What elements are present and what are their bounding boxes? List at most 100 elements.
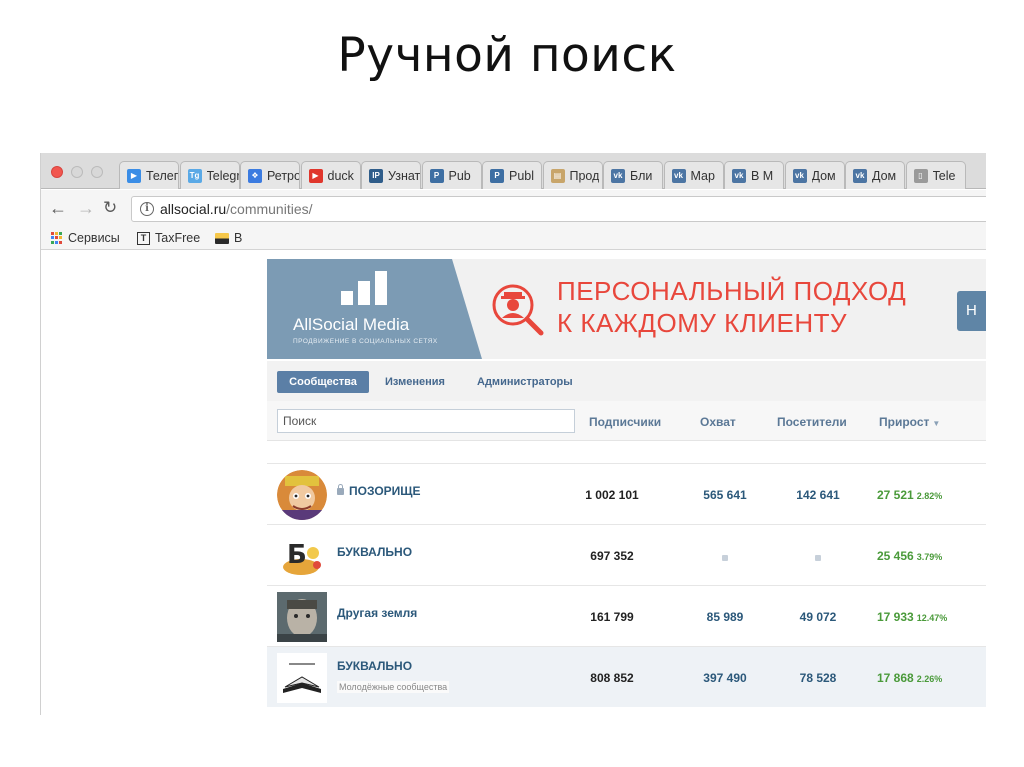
- community-name[interactable]: БУКВАЛЬНО: [337, 545, 412, 559]
- address-bar[interactable]: i allsocial.ru/communities/: [131, 196, 986, 222]
- browser-tab[interactable]: IP Узнать: [361, 161, 421, 189]
- tab-title: Дом: [872, 168, 897, 183]
- tab-favicon-icon: vk: [671, 168, 686, 183]
- browser-window: ▶ТелегрTgTelegr❖Ретро▶duckIPУзнатьPPubPP…: [40, 153, 986, 715]
- browser-tab[interactable]: ❖ Ретро: [240, 161, 300, 189]
- tab-favicon-icon: ▶: [127, 168, 141, 183]
- community-name[interactable]: Другая земля: [337, 606, 417, 620]
- tab-favicon-icon: vk: [853, 168, 867, 183]
- browser-tab[interactable]: ▤ Прод: [542, 161, 603, 189]
- browser-tab[interactable]: ▶ Телегр: [119, 161, 179, 189]
- browser-tab[interactable]: P Publ: [482, 161, 542, 189]
- tab-favicon-icon: P: [429, 168, 444, 183]
- browser-tab[interactable]: Tg Telegr: [179, 161, 240, 189]
- community-name[interactable]: БУКВАЛЬНО: [337, 659, 412, 673]
- tab-favicon-icon: vk: [611, 168, 625, 183]
- tab-favicon-icon: ▯: [913, 168, 928, 183]
- tab-administrators[interactable]: Администраторы: [477, 371, 573, 393]
- column-subscribers[interactable]: Подписчики: [589, 415, 661, 429]
- community-name[interactable]: ПОЗОРИЩЕ: [337, 484, 421, 498]
- tab-title: Дом: [811, 168, 836, 183]
- browser-tab[interactable]: ▯ Tele: [905, 161, 966, 189]
- svg-text:Б: Б: [287, 540, 307, 570]
- subscribers-value: 161 799: [590, 610, 634, 624]
- community-avatar: Б: [277, 531, 327, 581]
- promo-banner[interactable]: AllSocial Media ПРОДВИЖЕНИЕ В СОЦИАЛЬНЫХ…: [267, 259, 986, 359]
- browser-tab[interactable]: P Pub: [421, 161, 482, 189]
- column-growth[interactable]: Прирост ▼: [879, 415, 940, 429]
- browser-tab[interactable]: vk Бли: [603, 161, 663, 189]
- table-row[interactable]: Б БУКВАЛЬНО 697 352 25 456 3.79%: [267, 524, 986, 585]
- column-visitors[interactable]: Посетители: [777, 415, 847, 429]
- tab-title: Ретро: [267, 168, 299, 183]
- growth-value: 17 933 12.47%: [877, 610, 948, 624]
- table-row[interactable]: ПОЗОРИЩЕ 1 002 101 565 641 142 641 27 52…: [267, 463, 986, 524]
- tab-title: Телегр: [146, 168, 178, 183]
- minimize-window-button[interactable]: [71, 166, 83, 178]
- community-category: Молодёжные сообщества: [337, 681, 450, 693]
- tab-title: Telegr: [206, 168, 239, 183]
- visitors-value: 78 528: [799, 671, 837, 685]
- apps-grid-icon: [51, 232, 63, 244]
- tab-favicon-icon: P: [490, 168, 504, 183]
- browser-tab[interactable]: ▶ duck: [300, 161, 361, 189]
- tab-title: Publ: [509, 168, 535, 183]
- close-window-button[interactable]: [51, 166, 63, 178]
- browser-tab[interactable]: vk Дом: [784, 161, 845, 189]
- tab-communities[interactable]: Сообщества: [277, 371, 369, 393]
- tab-title: Бли: [630, 168, 653, 183]
- back-arrow-icon[interactable]: ←: [49, 199, 67, 217]
- hidden-lock-icon: [815, 555, 821, 561]
- table-header: Поиск Подписчики Охват Посетители Прирос…: [267, 401, 986, 441]
- tab-favicon-icon: vk: [792, 168, 807, 183]
- promo-cta-button[interactable]: Н: [957, 291, 986, 331]
- growth-value: 27 521 2.82%: [877, 488, 943, 502]
- url-host: allsocial.ru: [160, 201, 227, 217]
- reach-value: 565 641: [703, 488, 747, 502]
- page-viewport: AllSocial Media ПРОДВИЖЕНИЕ В СОЦИАЛЬНЫХ…: [41, 251, 986, 715]
- promo-headline: ПЕРСОНАЛЬНЫЙ ПОДХОД К КАЖДОМУ КЛИЕНТУ: [557, 276, 907, 338]
- brand-tagline: ПРОДВИЖЕНИЕ В СОЦИАЛЬНЫХ СЕТЯХ: [293, 338, 438, 345]
- subscribers-value: 808 852: [590, 671, 634, 685]
- tab-changes[interactable]: Изменения: [385, 371, 445, 393]
- tab-title: В М: [751, 168, 774, 183]
- tab-title: Узнать: [388, 168, 420, 183]
- table-row[interactable]: БУКВАЛЬНО Молодёжные сообщества 808 852 …: [267, 646, 986, 707]
- bookmark-taxfree[interactable]: T TaxFree: [137, 231, 200, 245]
- communities-nav: Сообщества Изменения Администраторы: [267, 361, 986, 401]
- brand-panel: AllSocial Media ПРОДВИЖЕНИЕ В СОЦИАЛЬНЫХ…: [267, 259, 482, 359]
- bookmark-b[interactable]: В: [215, 231, 242, 245]
- browser-tab[interactable]: vk Мар: [663, 161, 724, 189]
- tab-favicon-icon: ▶: [308, 168, 323, 183]
- community-avatar: [277, 592, 327, 642]
- reach-value: 397 490: [703, 671, 747, 685]
- lock-icon: [337, 484, 344, 495]
- slide-title: Ручной поиск: [337, 28, 677, 83]
- visitors-value: 142 641: [796, 488, 840, 502]
- tab-title: Прод: [569, 168, 600, 183]
- table-row[interactable]: Другая земля 161 799 85 989 49 072 17 93…: [267, 585, 986, 646]
- tab-title: duck: [327, 168, 354, 183]
- bar-chart-logo-icon: [341, 271, 395, 305]
- growth-value: 17 868 2.26%: [877, 671, 943, 685]
- growth-value: 25 456 3.79%: [877, 549, 943, 563]
- browser-tab[interactable]: vk Дом: [845, 161, 905, 189]
- reload-icon[interactable]: ↻: [103, 199, 117, 217]
- search-input[interactable]: Поиск: [277, 409, 575, 433]
- tab-favicon-icon: ❖: [248, 168, 262, 183]
- community-avatar: [277, 470, 327, 520]
- magnifier-person-icon: [492, 284, 544, 336]
- sort-desc-icon: ▼: [932, 419, 941, 428]
- info-icon[interactable]: i: [140, 202, 154, 216]
- browser-tab[interactable]: vk В М: [724, 161, 784, 189]
- column-reach[interactable]: Охват: [700, 415, 736, 429]
- bookmarks-bar: Сервисы T TaxFree В: [41, 228, 986, 250]
- image-bookmark-icon: [215, 232, 229, 244]
- taxfree-icon: T: [137, 231, 150, 245]
- tab-favicon-icon: ▤: [550, 168, 565, 183]
- tab-favicon-icon: IP: [369, 168, 383, 183]
- maximize-window-button[interactable]: [91, 166, 103, 178]
- visitors-value: 49 072: [799, 610, 837, 624]
- forward-arrow-icon[interactable]: →: [77, 199, 95, 217]
- bookmark-services[interactable]: Сервисы: [51, 231, 120, 245]
